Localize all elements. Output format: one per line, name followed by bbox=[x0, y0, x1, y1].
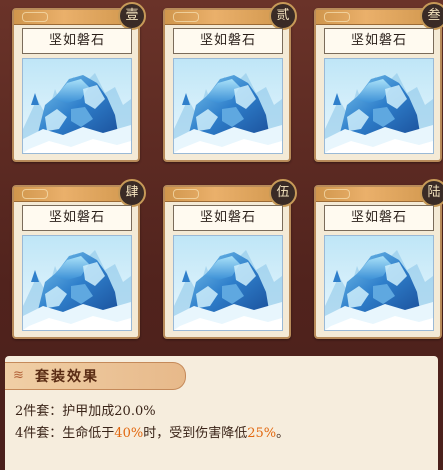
set-bonus-4-text: 时，受到伤害降低 bbox=[143, 426, 248, 441]
cloud-ornament-icon bbox=[324, 12, 350, 22]
equipment-card-2[interactable]: 贰 坚如磐石 bbox=[163, 2, 297, 162]
set-bonus-4: 4件套：生命低于40%时，受到伤害降低25%。 bbox=[15, 422, 289, 441]
equipment-card-6[interactable]: 陆 坚如磐石 bbox=[314, 179, 443, 339]
ice-rock-artwork bbox=[173, 235, 283, 331]
ice-rock-artwork bbox=[22, 58, 132, 154]
ice-rock-artwork bbox=[324, 235, 434, 331]
slot-number-badge: 陆 bbox=[420, 179, 443, 207]
highlight-value: 40% bbox=[114, 426, 144, 441]
cloud-ornament-icon bbox=[173, 12, 199, 22]
cloud-ornament-icon bbox=[173, 189, 199, 199]
set-bonus-4-text: 。 bbox=[276, 426, 290, 441]
slot-number-badge: 贰 bbox=[269, 2, 297, 30]
highlight-value: 25% bbox=[247, 426, 277, 441]
equipment-card-5[interactable]: 伍 坚如磐石 bbox=[163, 179, 297, 339]
ice-rock-artwork bbox=[173, 58, 283, 154]
set-bonus-2-text: 护甲加成20.0% bbox=[62, 404, 156, 419]
ice-rock-artwork bbox=[324, 58, 434, 154]
equipment-name: 坚如磐石 bbox=[173, 205, 283, 231]
set-bonus-4-label: 4件套： bbox=[15, 426, 63, 441]
equipment-card-4[interactable]: 肆 坚如磐石 bbox=[12, 179, 146, 339]
slot-number-badge: 壹 bbox=[118, 2, 146, 30]
set-bonus-2-label: 2件套： bbox=[15, 404, 63, 419]
slot-number-badge: 叁 bbox=[420, 2, 443, 30]
ice-rock-artwork bbox=[22, 235, 132, 331]
set-bonus-2: 2件套：护甲加成20.0% bbox=[15, 400, 156, 419]
cloud-ornament-icon bbox=[22, 189, 48, 199]
equipment-name: 坚如磐石 bbox=[324, 28, 434, 54]
set-effect-title: 套装效果 bbox=[35, 369, 99, 385]
slot-number-badge: 伍 bbox=[269, 179, 297, 207]
equipment-card-1[interactable]: 壹 坚如磐石 bbox=[12, 2, 146, 162]
cloud-ornament-icon bbox=[22, 12, 48, 22]
equipment-name: 坚如磐石 bbox=[324, 205, 434, 231]
equipment-card-3[interactable]: 叁 坚如磐石 bbox=[314, 2, 443, 162]
set-bonus-4-text: 生命低于 bbox=[62, 426, 115, 441]
swirl-ornament-icon: ≋ bbox=[13, 368, 24, 383]
equipment-name: 坚如磐石 bbox=[22, 205, 132, 231]
set-effect-header: ≋ 套装效果 bbox=[5, 362, 186, 390]
equipment-name: 坚如磐石 bbox=[173, 28, 283, 54]
set-effect-panel: ≋ 套装效果 2件套：护甲加成20.0% 4件套：生命低于40%时，受到伤害降低… bbox=[5, 356, 438, 470]
equipment-name: 坚如磐石 bbox=[22, 28, 132, 54]
slot-number-badge: 肆 bbox=[118, 179, 146, 207]
cloud-ornament-icon bbox=[324, 189, 350, 199]
